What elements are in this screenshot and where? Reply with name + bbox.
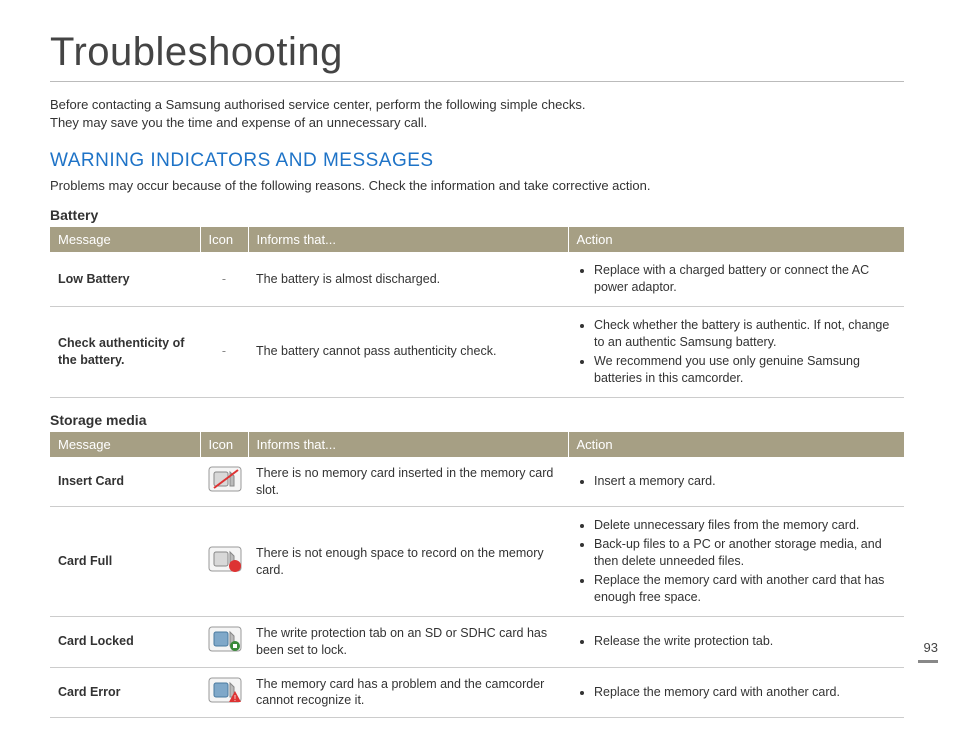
col-message: Message (50, 432, 200, 457)
intro-line-1: Before contacting a Samsung authorised s… (50, 97, 585, 112)
card-locked-icon (208, 626, 242, 657)
cell-informs: The memory card has a problem and the ca… (248, 667, 568, 718)
cell-informs: There is not enough space to record on t… (248, 507, 568, 616)
cell-informs: There is no memory card inserted in the … (248, 457, 568, 507)
col-action: Action (568, 432, 904, 457)
cell-action: Insert a memory card. (568, 457, 904, 507)
battery-subheading: Battery (50, 207, 904, 223)
cell-message: Check authenticity of the battery. (50, 307, 200, 398)
page-mark (918, 660, 938, 663)
table-header-row: Message Icon Informs that... Action (50, 227, 904, 252)
title-rule (50, 81, 904, 82)
col-icon: Icon (200, 227, 248, 252)
cell-informs: The write protection tab on an SD or SDH… (248, 616, 568, 667)
action-item: Replace with a charged battery or connec… (594, 262, 896, 296)
table-row: Check authenticity of the battery. - The… (50, 307, 904, 398)
action-item: We recommend you use only genuine Samsun… (594, 353, 896, 387)
action-item: Back-up files to a PC or another storage… (594, 536, 896, 570)
section-lead: Problems may occur because of the follow… (50, 178, 904, 193)
cell-message: Low Battery (50, 252, 200, 306)
svg-text:!: ! (234, 694, 236, 703)
cell-informs: The battery is almost discharged. (248, 252, 568, 306)
storage-subheading: Storage media (50, 412, 904, 428)
action-item: Release the write protection tab. (594, 633, 896, 650)
cell-icon: - (200, 307, 248, 398)
cell-action: Release the write protection tab. (568, 616, 904, 667)
cell-action: Delete unnecessary files from the memory… (568, 507, 904, 616)
card-insert-icon (208, 466, 242, 497)
cell-action: Check whether the battery is authentic. … (568, 307, 904, 398)
col-action: Action (568, 227, 904, 252)
cell-message: Card Full (50, 507, 200, 616)
cell-message: Card Error (50, 667, 200, 718)
page-number: 93 (924, 640, 938, 655)
action-item: Replace the memory card with another car… (594, 684, 896, 701)
cell-action: Replace the memory card with another car… (568, 667, 904, 718)
action-item: Check whether the battery is authentic. … (594, 317, 896, 351)
table-row: Card Full There is not enough space to r… (50, 507, 904, 616)
table-row: Card Locked The write protection tab on … (50, 616, 904, 667)
action-item: Delete unnecessary files from the memory… (594, 517, 896, 534)
section-heading: WARNING INDICATORS AND MESSAGES (50, 150, 904, 172)
action-item: Insert a memory card. (594, 473, 896, 490)
cell-icon: ! (200, 667, 248, 718)
cell-message: Insert Card (50, 457, 200, 507)
cell-icon: - (200, 252, 248, 306)
table-row: Card Error ! The memory card has a probl… (50, 667, 904, 718)
intro-line-2: They may save you the time and expense o… (50, 115, 427, 130)
col-informs: Informs that... (248, 227, 568, 252)
card-error-icon: ! (208, 677, 242, 708)
col-message: Message (50, 227, 200, 252)
card-full-icon (208, 546, 242, 577)
cell-message: Card Locked (50, 616, 200, 667)
page-title: Troubleshooting (50, 30, 904, 75)
table-row: Low Battery - The battery is almost disc… (50, 252, 904, 306)
action-item: Replace the memory card with another car… (594, 572, 896, 606)
cell-action: Replace with a charged battery or connec… (568, 252, 904, 306)
col-informs: Informs that... (248, 432, 568, 457)
cell-icon (200, 616, 248, 667)
cell-informs: The battery cannot pass authenticity che… (248, 307, 568, 398)
storage-table: Message Icon Informs that... Action Inse… (50, 432, 904, 719)
table-row: Insert Card There is no memory card inse… (50, 457, 904, 507)
intro-text: Before contacting a Samsung authorised s… (50, 96, 904, 132)
cell-icon (200, 507, 248, 616)
cell-icon (200, 457, 248, 507)
table-header-row: Message Icon Informs that... Action (50, 432, 904, 457)
battery-table: Message Icon Informs that... Action Low … (50, 227, 904, 397)
col-icon: Icon (200, 432, 248, 457)
